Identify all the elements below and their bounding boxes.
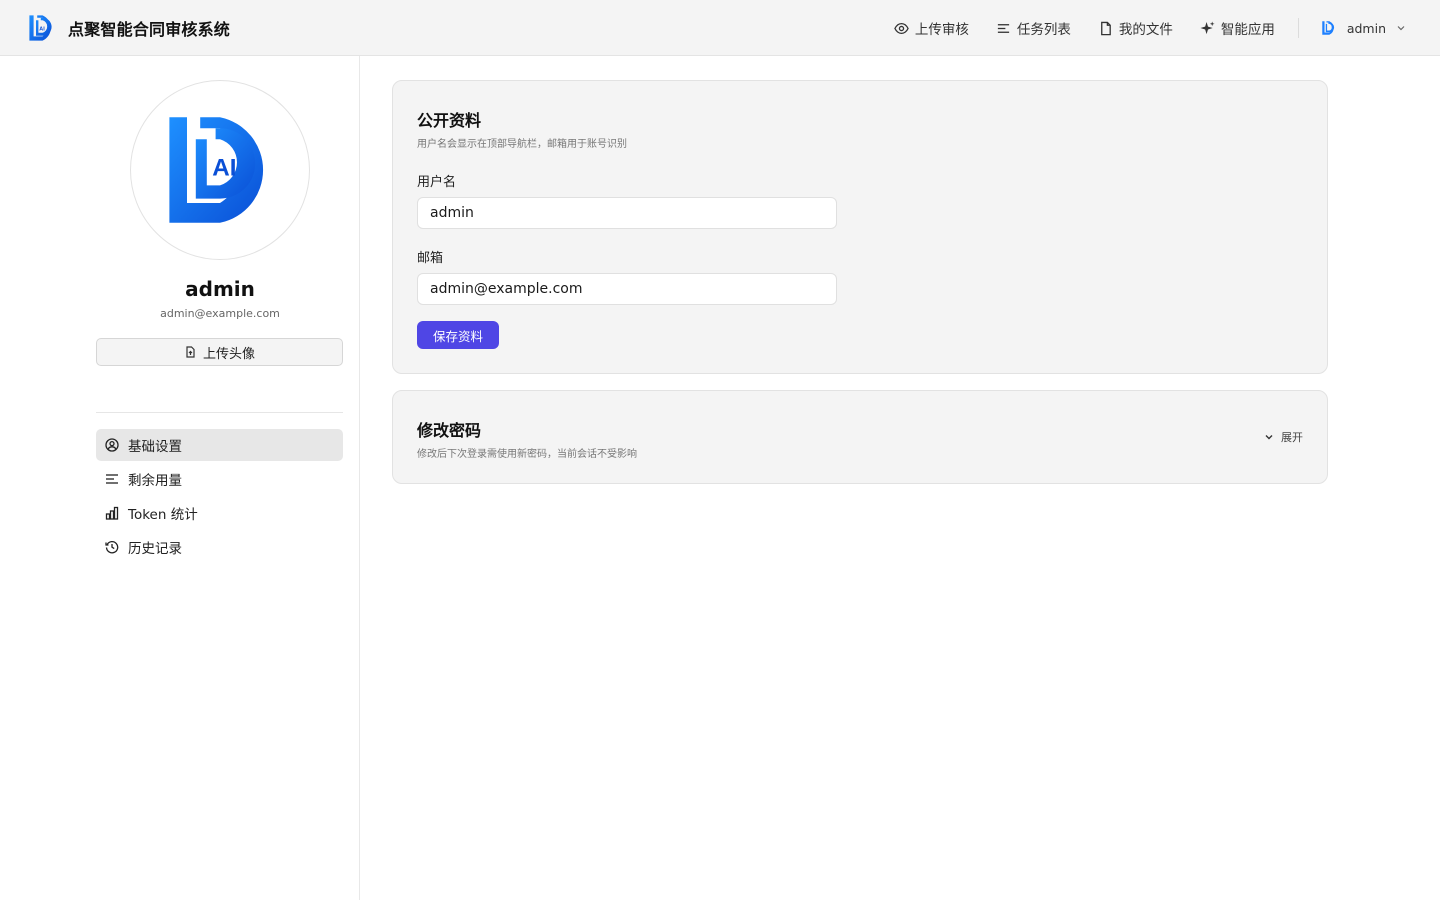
card-title: 公开资料 <box>417 111 482 130</box>
user-name: admin <box>1346 20 1386 36</box>
upload-avatar-label: 上传头像 <box>202 346 255 362</box>
file-upload-icon <box>186 346 195 358</box>
card-subtitle: 修改后下次登录需使用新密码，当前会话不受影响 <box>417 449 637 460</box>
app-title: 点聚智能合同审核系统 <box>68 19 231 39</box>
nav-smart-apps[interactable]: 智能应用 <box>1200 18 1275 38</box>
username-label: 用户名 <box>417 175 457 190</box>
file-icon <box>1100 21 1111 35</box>
user-avatar-icon <box>1322 21 1334 35</box>
sidebar-item-label: Token 统计 <box>128 507 198 523</box>
chevron-down-icon <box>1265 435 1273 440</box>
sidebar-item-basic-settings[interactable]: 基础设置 <box>96 429 343 461</box>
top-nav-bar: AI 点聚智能合同审核系统 上传审核 任务列表 我的文件 智能应用 admin <box>0 0 1440 56</box>
nav-divider <box>1297 18 1299 38</box>
history-icon <box>105 540 119 554</box>
sidebar-item-label: 历史记录 <box>128 541 182 557</box>
brand[interactable]: AI 点聚智能合同审核系统 <box>27 13 230 43</box>
sidebar-item-history[interactable]: 历史记录 <box>96 531 343 563</box>
username-input[interactable] <box>417 197 837 229</box>
sparkle-icon <box>1200 20 1215 34</box>
user-circle-icon <box>105 438 119 452</box>
sidebar-item-label: 剩余用量 <box>128 473 182 489</box>
sidebar-item-remaining-usage[interactable]: 剩余用量 <box>96 463 343 495</box>
nav-upload-review[interactable]: 上传审核 <box>894 18 969 38</box>
bar-chart-icon <box>105 506 119 520</box>
nav-label: 智能应用 <box>1220 22 1275 38</box>
profile-avatar: AI <box>130 80 310 260</box>
change-password-card: 修改密码 修改后下次登录需使用新密码，当前会话不受影响 展开 <box>392 390 1328 484</box>
settings-sidebar: AI admin admin@example.com 上传头像 基础设置 剩余用… <box>0 56 360 900</box>
profile-email: admin@example.com <box>160 307 280 320</box>
nav-label: 上传审核 <box>914 22 969 38</box>
email-input[interactable] <box>417 273 837 305</box>
expand-password-button[interactable]: 展开 <box>1264 429 1303 445</box>
chevron-down-icon <box>1397 26 1405 31</box>
main-nav: 上传审核 任务列表 我的文件 智能应用 admin <box>894 0 1440 56</box>
save-profile-button[interactable]: 保存资料 <box>417 321 499 349</box>
svg-text:AI: AI <box>212 155 236 182</box>
upload-avatar-button[interactable]: 上传头像 <box>96 338 343 366</box>
expand-label: 展开 <box>1281 431 1303 444</box>
card-subtitle: 用户名会显示在顶部导航栏，邮箱用于账号识别 <box>417 139 627 150</box>
nav-my-files[interactable]: 我的文件 <box>1098 18 1173 38</box>
nav-label: 任务列表 <box>1016 22 1071 38</box>
card-title: 修改密码 <box>417 421 482 440</box>
public-profile-card: 公开资料 用户名会显示在顶部导航栏，邮箱用于账号识别 用户名 邮箱 保存资料 <box>392 80 1328 374</box>
nav-label: 我的文件 <box>1118 22 1173 38</box>
settings-menu: 基础设置 剩余用量 Token 统计 历史记录 <box>96 429 343 565</box>
nav-task-list[interactable]: 任务列表 <box>996 18 1071 38</box>
avatar-logo-icon: AI <box>169 117 264 223</box>
eye-icon <box>894 22 909 34</box>
app-logo-icon: AI <box>29 14 52 41</box>
profile-name: admin <box>185 277 255 301</box>
list-icon <box>997 23 1009 33</box>
sidebar-item-label: 基础设置 <box>128 439 182 455</box>
list-icon <box>106 474 118 484</box>
svg-text:AI: AI <box>39 26 45 32</box>
sidebar-divider <box>96 412 343 413</box>
email-label: 邮箱 <box>417 251 444 266</box>
sidebar-item-token-stats[interactable]: Token 统计 <box>96 497 343 529</box>
user-menu[interactable]: admin <box>1321 20 1406 36</box>
